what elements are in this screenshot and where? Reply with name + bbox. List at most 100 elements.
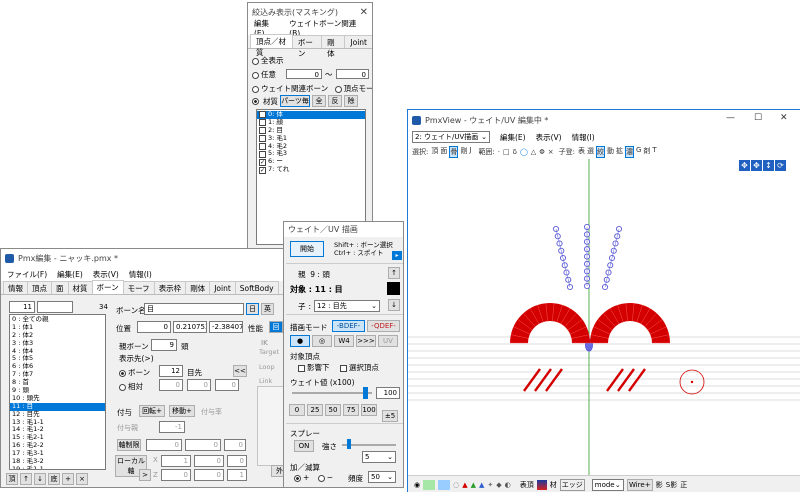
viewport-3d[interactable] [408, 159, 800, 475]
view-tool-1[interactable]: 選 [587, 146, 594, 158]
tab-1[interactable]: 頂点 [27, 281, 52, 294]
menu-info[interactable]: 情報(I) [572, 132, 595, 143]
tab-4[interactable]: ボーン [91, 280, 124, 294]
tab-vertex-material[interactable]: 頂点／材質 [250, 34, 293, 57]
range-circle-icon[interactable]: ◯ [520, 148, 528, 156]
color-swatch-blue[interactable] [438, 479, 451, 490]
strength-select[interactable]: 5 ⌄ [362, 451, 396, 463]
tab-2[interactable]: 面 [51, 281, 69, 294]
tab-9[interactable]: SoftBody [234, 281, 279, 294]
weight-slider-thumb[interactable] [363, 387, 368, 399]
view-tool-0[interactable]: 表 [578, 146, 585, 158]
range-tri-icon[interactable]: △ [531, 148, 536, 156]
grant-move-button[interactable]: 移動+ [169, 405, 195, 417]
preset-button-100[interactable]: 100 [361, 404, 377, 416]
edge-label[interactable]: エッジ [559, 478, 585, 491]
material-checkbox[interactable]: ✓ [259, 158, 266, 166]
preset-button-0[interactable]: 0 [289, 404, 305, 416]
tab-0[interactable]: 情報 [3, 281, 28, 294]
star-icon[interactable]: ✦ [487, 481, 493, 489]
minimize-icon[interactable]: — [726, 113, 735, 123]
down-button[interactable]: ↓ [34, 473, 46, 485]
local-z3-input[interactable]: 1 [227, 469, 247, 481]
select-tool-3[interactable]: 剛 [460, 146, 467, 158]
menu-file[interactable]: ファイル(F) [7, 269, 47, 280]
material-checkbox[interactable] [259, 119, 266, 127]
en-button[interactable]: 英 [261, 303, 274, 315]
parts-button[interactable]: パーツ毎 [280, 95, 310, 107]
tab-3[interactable]: 材質 [67, 281, 93, 294]
menu-edit[interactable]: 編集(E) [57, 269, 83, 280]
close-icon[interactable]: ✕ [780, 113, 788, 123]
pos-z-input[interactable]: -2.384076 [209, 321, 243, 333]
child-down-button[interactable]: ↓ [388, 299, 400, 311]
child-select[interactable]: 12 : 目先 ⌄ [314, 300, 381, 312]
local-x2-input[interactable]: 0 [194, 455, 224, 467]
tab-joint[interactable]: Joint [344, 35, 372, 48]
close-icon[interactable]: ✕ [360, 7, 368, 18]
range-phi-icon[interactable]: Φ [539, 148, 545, 156]
jump-button[interactable]: << [233, 365, 247, 377]
bone-name-input[interactable]: 目 [144, 303, 244, 315]
start-button[interactable]: 開始 [290, 241, 324, 257]
axis-y-input[interactable]: 0 [185, 439, 221, 451]
material-checkbox[interactable] [259, 150, 266, 158]
jp-button[interactable]: 日 [246, 303, 259, 315]
freq-select[interactable]: 50 ⌄ [368, 471, 396, 483]
range-lasso-icon[interactable]: δ [513, 148, 517, 156]
shadow-label[interactable]: 影 [656, 480, 663, 490]
up-button[interactable]: ↑ [20, 473, 32, 485]
radio-relative[interactable] [119, 383, 126, 391]
radio-minus[interactable] [317, 474, 325, 482]
radio-weight[interactable] [252, 85, 259, 93]
material-list-item[interactable]: ✓ 7: てれ [257, 165, 365, 174]
display-index-input[interactable]: 12 [159, 365, 183, 377]
local-z1-input[interactable]: 0 [161, 469, 191, 481]
range-dot-icon[interactable]: · [498, 148, 500, 156]
radio-material[interactable] [252, 97, 259, 105]
menu-view[interactable]: 表示(V) [536, 132, 562, 143]
uv-button[interactable]: UV [378, 335, 398, 347]
radio-morph[interactable] [334, 85, 342, 93]
grant-parent-input[interactable]: -1 [159, 421, 185, 433]
local-x3-input[interactable]: 0 [227, 455, 247, 467]
chk-selected-vertex[interactable] [339, 364, 347, 372]
parent-up-button[interactable]: ↑ [388, 267, 400, 279]
view-tool-4[interactable]: 拡 [616, 146, 623, 158]
material-checkbox[interactable] [259, 143, 266, 150]
bone-search-input[interactable] [37, 301, 73, 313]
parent-index-input[interactable]: 9 [151, 339, 177, 351]
tab-bone[interactable]: ボーン [291, 35, 323, 58]
tab-8[interactable]: Joint [209, 281, 236, 294]
show-vertex-label[interactable]: 表頂 [520, 480, 534, 490]
opt-all[interactable]: 全表示 [252, 55, 284, 66]
more-button[interactable]: >>> [356, 335, 376, 347]
material-label[interactable]: 材 [550, 480, 557, 490]
triangle-red-icon[interactable]: ▲ [462, 481, 467, 489]
view-titlebar[interactable]: PmxView - ウェイト/UV 編集中 * — ☐ ✕ [408, 110, 800, 130]
mode-dropdown[interactable]: mode ⌄ [591, 478, 624, 491]
any-to-input[interactable]: 0 [336, 69, 369, 79]
bottom-button[interactable]: 底 [48, 473, 60, 485]
pos-y-input[interactable]: 0.2107537 [173, 321, 207, 333]
select-tool-4[interactable]: J [469, 146, 471, 158]
local-z2-input[interactable]: 0 [194, 469, 224, 481]
tab-7[interactable]: 剛体 [185, 281, 211, 294]
view-tool-6[interactable]: G [636, 146, 641, 158]
bone-list-item[interactable]: 19 : 毛1-1 [10, 465, 105, 469]
axis-x-input[interactable]: 0 [146, 439, 182, 451]
rel-y-input[interactable]: 0 [187, 379, 211, 391]
select-tool-0[interactable]: 頂 [431, 146, 438, 158]
top-button[interactable]: 頂 [6, 473, 18, 485]
strength-thumb[interactable] [347, 439, 351, 449]
material-checkbox[interactable] [259, 135, 266, 143]
material-checkbox[interactable]: ✓ [259, 166, 266, 174]
tab-5[interactable]: モーフ [122, 281, 155, 294]
preset-button-25[interactable]: 25 [307, 404, 323, 416]
view-tool-3[interactable]: 動 [607, 146, 614, 158]
invert-button[interactable]: 反 [328, 95, 342, 107]
tab-rigid[interactable]: 剛体 [321, 35, 346, 58]
radio-all[interactable] [252, 57, 259, 65]
radio-bone[interactable] [119, 369, 126, 377]
material-checkbox[interactable] [259, 127, 266, 135]
